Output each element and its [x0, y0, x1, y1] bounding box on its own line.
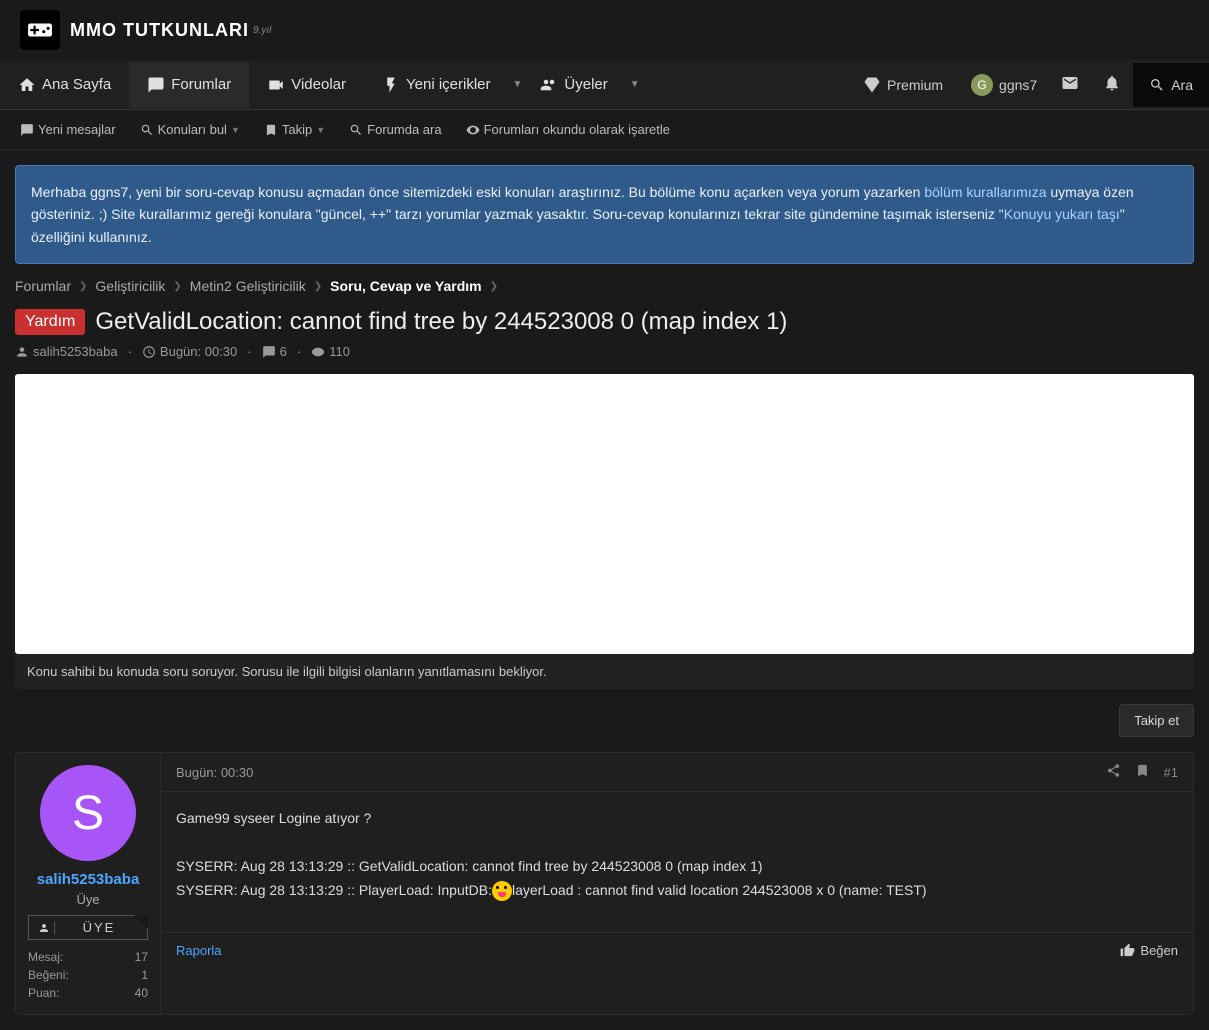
post-header: Bugün: 00:30 #1 [161, 753, 1193, 792]
bell-icon[interactable] [1091, 60, 1133, 109]
person-icon [15, 345, 29, 359]
post: S salih5253baba Üye ÜYE Mesaj:17 Beğeni:… [15, 752, 1194, 1015]
gamepad-icon [20, 10, 60, 50]
main-nav: Ana Sayfa Forumlar Videolar Yeni içerikl… [0, 60, 1209, 110]
meta-replies: 6 [262, 344, 287, 359]
post-timestamp[interactable]: Bugün: 00:30 [176, 765, 253, 780]
notice-link-bump[interactable]: Konuyu yukarı taşı [1004, 206, 1120, 222]
post-username[interactable]: salih5253baba [28, 871, 148, 888]
comment-icon [20, 123, 34, 137]
person-icon [33, 922, 55, 934]
report-link[interactable]: Raporla [176, 943, 222, 958]
question-notice: Konu sahibi bu konuda soru soruyor. Soru… [15, 654, 1194, 689]
share-icon[interactable] [1106, 763, 1121, 781]
chevron-right-icon: ❯ [490, 281, 498, 292]
meta-author[interactable]: salih5253baba [15, 344, 118, 359]
post-user-panel: S salih5253baba Üye ÜYE Mesaj:17 Beğeni:… [16, 753, 161, 1014]
search-icon [349, 123, 363, 137]
chevron-right-icon: ❯ [314, 281, 322, 292]
chevron-right-icon: ❯ [79, 281, 87, 292]
users-icon [540, 76, 558, 94]
nav-search[interactable]: Ara [1133, 63, 1209, 107]
ad-placeholder [15, 374, 1194, 654]
breadcrumb-item[interactable]: Forumlar [15, 278, 71, 294]
breadcrumb-item[interactable]: Soru, Cevap ve Yardım [330, 278, 481, 294]
follow-thread-button[interactable]: Takip et [1119, 704, 1194, 737]
reply-icon [262, 345, 276, 359]
nav-home[interactable]: Ana Sayfa [0, 62, 129, 108]
bookmark-icon[interactable] [1135, 763, 1150, 781]
chevron-right-icon: ❯ [173, 281, 181, 292]
site-logo[interactable]: MMO TUTKUNLARI 9.yıl [0, 0, 1209, 60]
nav-members[interactable]: Üyeler [522, 62, 625, 108]
user-stats: Mesaj:17 Beğeni:1 Puan:40 [28, 948, 148, 1002]
nav-forums[interactable]: Forumlar [129, 62, 249, 108]
notice-box: Merhaba ggns7, yeni bir soru-cevap konus… [15, 165, 1194, 264]
nav-home-label: Ana Sayfa [42, 76, 111, 93]
subnav-mark-read[interactable]: Forumları okundu olarak işaretle [456, 114, 680, 145]
nav-search-label: Ara [1171, 77, 1193, 93]
thread-title: Yardım GetValidLocation: cannot find tre… [15, 308, 1194, 336]
post-footer: Raporla Beğen [161, 932, 1193, 968]
mail-icon[interactable] [1049, 60, 1091, 109]
search-icon [140, 123, 154, 137]
post-content: Game99 syseer Logine atıyor ? SYSERR: Au… [161, 792, 1193, 932]
bookmark-icon [264, 123, 278, 137]
logo-year: 9.yıl [253, 25, 271, 36]
chevron-down-icon: ▼ [316, 125, 325, 135]
meta-views: 110 [311, 344, 350, 359]
nav-premium[interactable]: Premium [847, 62, 959, 108]
post-number[interactable]: #1 [1164, 765, 1178, 780]
user-avatar[interactable]: S [40, 765, 136, 861]
thread-title-text: GetValidLocation: cannot find tree by 24… [95, 308, 787, 336]
like-button[interactable]: Beğen [1120, 943, 1178, 958]
subnav-find-topics[interactable]: Konuları bul ▼ [130, 114, 250, 145]
chevron-down-icon: ▼ [231, 125, 240, 135]
badge-help: Yardım [15, 309, 85, 335]
breadcrumb: Forumlar ❯ Geliştiricilik ❯ Metin2 Geliş… [15, 264, 1194, 308]
stat-messages: Mesaj:17 [28, 948, 148, 966]
nav-videos-label: Videolar [291, 76, 346, 93]
clock-icon [142, 345, 156, 359]
nav-new-content-label: Yeni içerikler [406, 76, 491, 93]
chevron-down-icon[interactable]: ▼ [513, 79, 523, 90]
subnav: Yeni mesajlar Konuları bul ▼ Takip ▼ For… [0, 110, 1209, 150]
nav-forums-label: Forumlar [171, 76, 231, 93]
breadcrumb-item[interactable]: Geliştiricilik [95, 278, 165, 294]
diamond-icon [863, 76, 881, 94]
user-avatar-small: G [971, 74, 993, 96]
subnav-search-forum[interactable]: Forumda ara [339, 114, 451, 145]
video-icon [267, 76, 285, 94]
emoji-tongue [492, 881, 512, 901]
nav-user[interactable]: G ggns7 [959, 64, 1049, 106]
nav-new-content[interactable]: Yeni içerikler [364, 62, 509, 108]
user-badge: ÜYE [28, 915, 148, 940]
nav-premium-label: Premium [887, 77, 943, 93]
nav-members-label: Üyeler [564, 76, 607, 93]
post-user-role: Üye [28, 892, 148, 907]
stat-points: Puan:40 [28, 984, 148, 1002]
notice-link-rules[interactable]: bölüm kurallarımıza [924, 184, 1046, 200]
thumbs-up-icon [1120, 943, 1135, 958]
bolt-icon [382, 76, 400, 94]
home-icon [18, 76, 36, 94]
breadcrumb-item[interactable]: Metin2 Geliştiricilik [190, 278, 306, 294]
chevron-down-icon[interactable]: ▼ [630, 79, 640, 90]
stat-likes: Beğeni:1 [28, 966, 148, 984]
nav-username: ggns7 [999, 77, 1037, 93]
nav-videos[interactable]: Videolar [249, 62, 364, 108]
search-icon [1149, 77, 1165, 93]
subnav-follow[interactable]: Takip ▼ [254, 114, 335, 145]
chat-icon [147, 76, 165, 94]
meta-date: Bugün: 00:30 [142, 344, 237, 359]
subnav-new-messages[interactable]: Yeni mesajlar [10, 114, 126, 145]
thread-meta: salih5253baba · Bugün: 00:30 · 6 · 110 [15, 344, 1194, 359]
post-body: Bugün: 00:30 #1 Game99 syseer Logine atı… [161, 753, 1193, 1014]
eye-slash-icon [466, 123, 480, 137]
logo-text: MMO TUTKUNLARI [70, 20, 249, 41]
eye-icon [311, 345, 325, 359]
